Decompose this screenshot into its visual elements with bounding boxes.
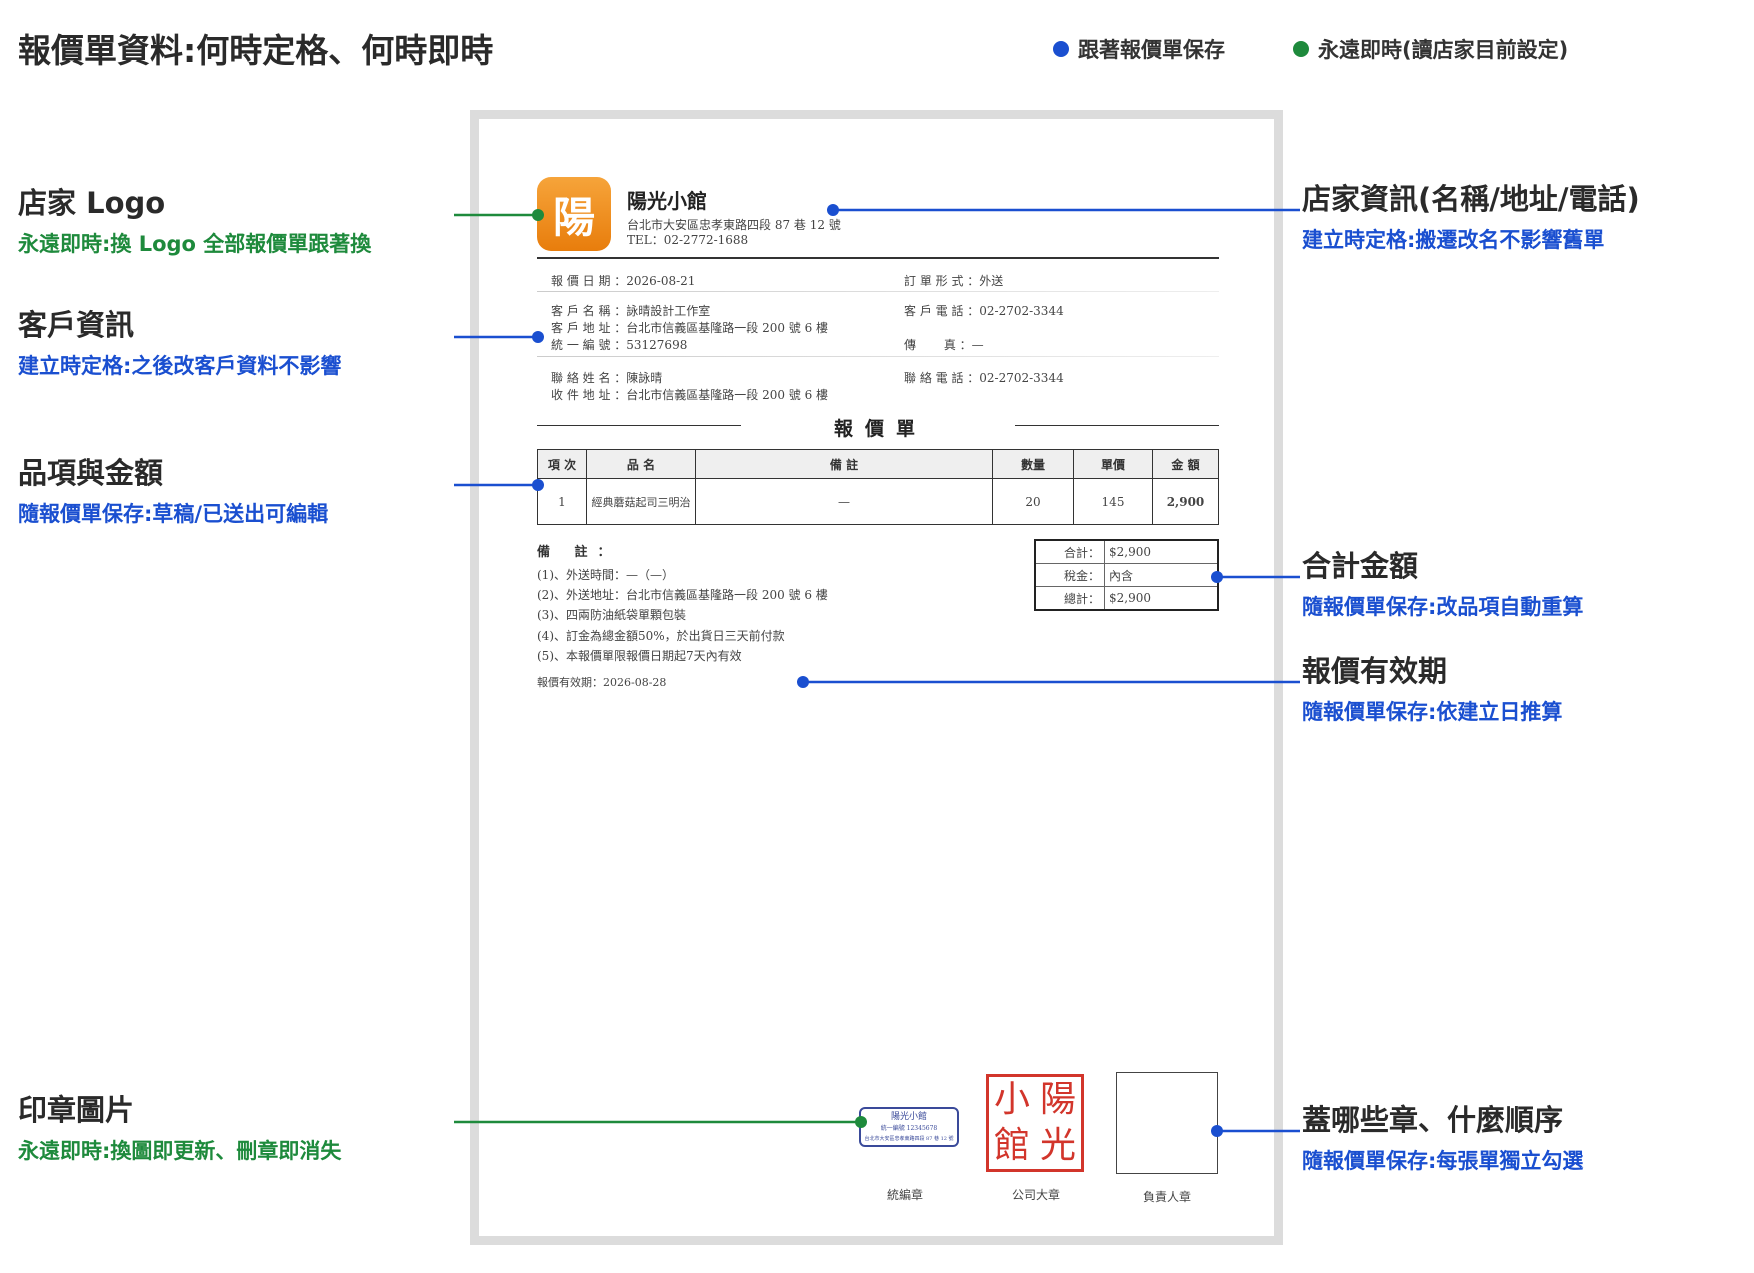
connector-lines [454,204,1300,1137]
anchor-dot-icon [797,676,809,688]
anchor-dot-icon [827,204,839,216]
anchor-dot-icon [532,209,544,221]
anchor-dot-icon [532,331,544,343]
anchor-dot-icon [1211,1125,1223,1137]
anchor-dot-icon [855,1116,867,1128]
anchor-dot-icon [1211,571,1223,583]
anchor-dot-icon [532,479,544,491]
